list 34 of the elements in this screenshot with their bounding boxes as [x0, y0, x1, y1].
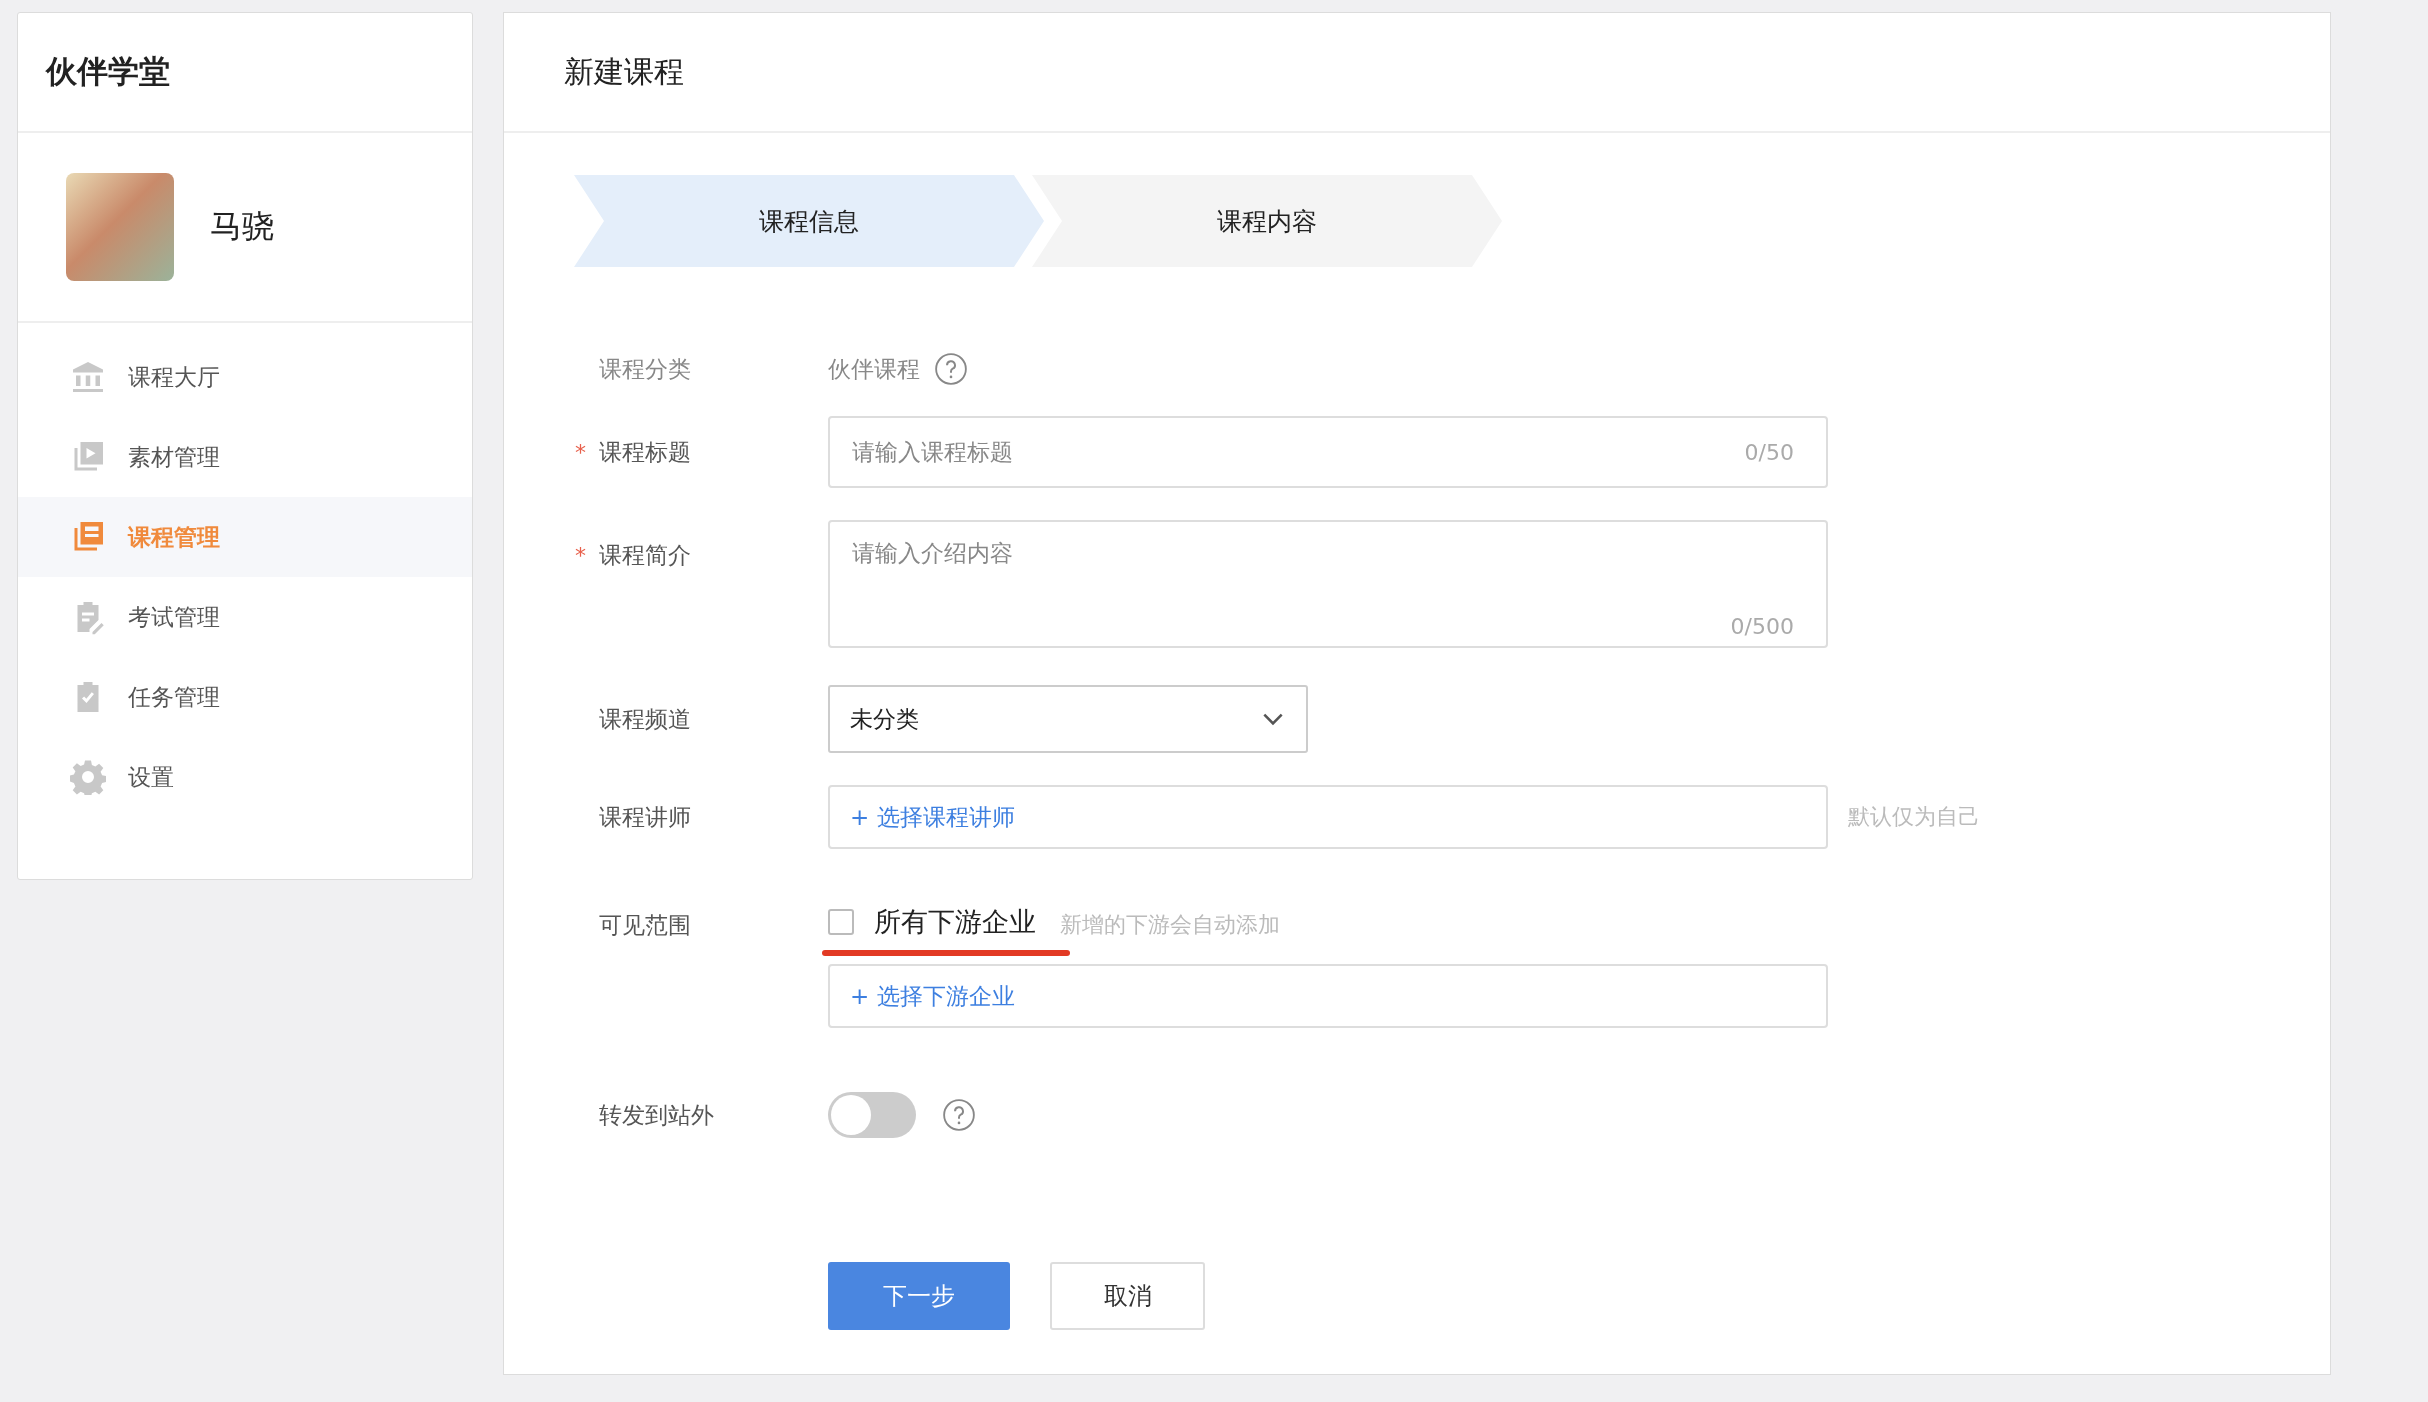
char-counter: 0/50	[1744, 439, 1794, 465]
cancel-button[interactable]: 取消	[1050, 1262, 1205, 1330]
required-mark: *	[575, 439, 587, 465]
step-tab[interactable]: 课程内容	[1032, 175, 1502, 267]
gear-icon	[70, 759, 106, 795]
nav-item[interactable]: 设置	[18, 737, 472, 817]
step-tab[interactable]: 课程信息	[574, 175, 1044, 267]
nav-item[interactable]: 课程大厅	[18, 337, 472, 417]
field-label: 课程频道	[599, 704, 691, 734]
picker-field[interactable]: + 选择下游企业	[828, 964, 1828, 1028]
checkbox[interactable]	[828, 909, 854, 935]
field-label: 可见范围	[599, 910, 691, 940]
field-label: 课程讲师	[599, 802, 691, 832]
nav-item[interactable]: 任务管理	[18, 657, 472, 737]
required-mark: *	[575, 542, 587, 568]
field-label: 课程标题	[599, 437, 691, 467]
hint-text: 默认仅为自己	[1848, 803, 1980, 831]
select-field[interactable]: 未分类	[828, 685, 1308, 753]
hint-text: 新增的下游会自动添加	[1060, 911, 1280, 939]
nav-item[interactable]: 考试管理	[18, 577, 472, 657]
char-counter: 0/500	[1730, 614, 1794, 639]
user-name: 马骁	[210, 206, 274, 247]
field-label: 转发到站外	[599, 1100, 714, 1130]
field-label: 课程简介	[599, 540, 691, 570]
field-label: 课程分类	[599, 354, 691, 384]
page-title: 新建课程	[564, 52, 684, 91]
field-value: 伙伴课程	[828, 354, 920, 384]
next-button[interactable]: 下一步	[828, 1262, 1010, 1330]
bank-icon	[70, 359, 106, 395]
nav-item[interactable]: 素材管理	[18, 417, 472, 497]
picker-field[interactable]: + 选择课程讲师	[828, 785, 1828, 849]
toggle-switch[interactable]	[828, 1092, 916, 1138]
app-title: 伙伴学堂	[46, 52, 170, 91]
checkbox-label[interactable]: 所有下游企业	[874, 904, 1036, 940]
